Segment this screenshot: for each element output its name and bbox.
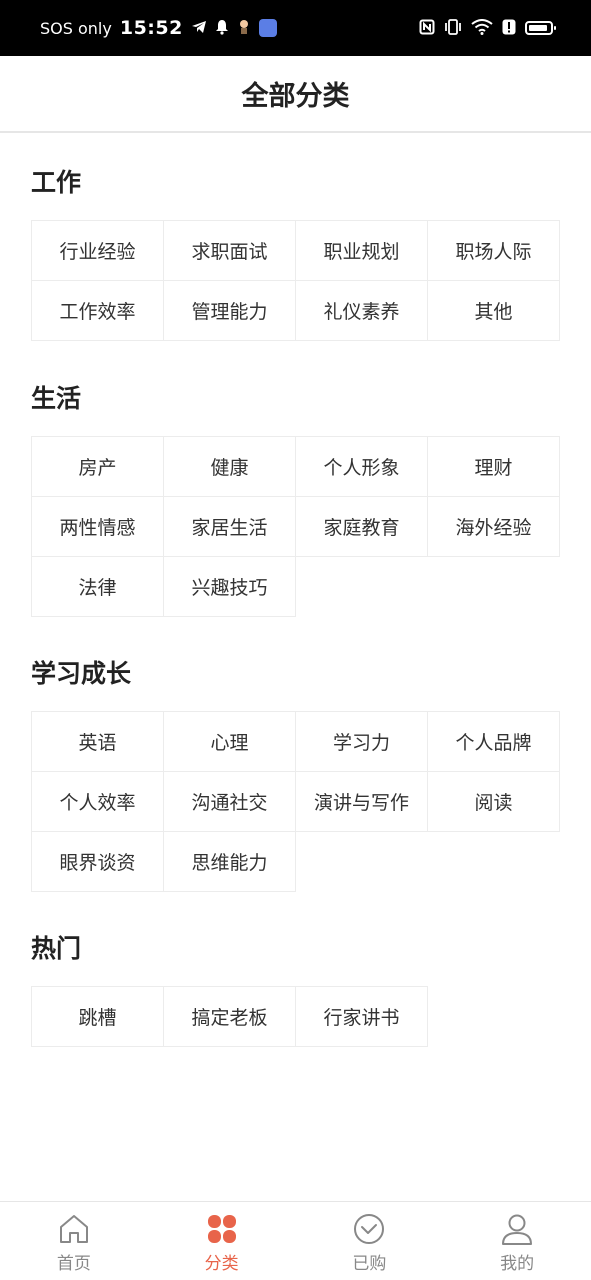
status-bar: SOS only 15:52	[0, 0, 591, 56]
telegram-icon	[191, 20, 207, 37]
category-item[interactable]: 阅读	[427, 771, 560, 832]
section-title: 热门	[31, 934, 82, 963]
vibrate-icon	[444, 18, 462, 38]
category-item[interactable]: 心理	[163, 711, 296, 772]
section-title: 学习成长	[31, 659, 132, 688]
category-item[interactable]: 职场人际	[427, 220, 560, 281]
purchased-check-icon	[354, 1214, 385, 1244]
tab-category[interactable]: 分类	[148, 1202, 296, 1280]
nfc-icon	[419, 19, 435, 38]
bottom-tab-bar: 首页 分类 已购 我的	[0, 1201, 591, 1280]
category-item[interactable]: 搞定老板	[163, 986, 296, 1047]
category-item[interactable]: 英语	[31, 711, 164, 772]
page-header: 全部分类	[0, 56, 591, 133]
category-item[interactable]: 礼仪素养	[295, 280, 428, 341]
category-item[interactable]: 演讲与写作	[295, 771, 428, 832]
tab-purchased[interactable]: 已购	[296, 1202, 444, 1280]
category-grid: 英语 心理 学习力 个人品牌 个人效率 沟通社交 演讲与写作 阅读 眼界谈资 思…	[31, 711, 560, 892]
category-grid: 房产 健康 个人形象 理财 两性情感 家居生活 家庭教育 海外经验 法律 兴趣技…	[31, 436, 560, 617]
category-item[interactable]: 家庭教育	[295, 496, 428, 557]
category-item[interactable]: 两性情感	[31, 496, 164, 557]
category-item[interactable]: 个人效率	[31, 771, 164, 832]
category-item[interactable]: 兴趣技巧	[163, 556, 296, 617]
app-notification-icon	[237, 19, 251, 38]
category-item[interactable]: 跳槽	[31, 986, 164, 1047]
profile-icon	[502, 1214, 533, 1245]
tab-label: 已购	[352, 1254, 387, 1274]
category-item[interactable]: 法律	[31, 556, 164, 617]
category-item[interactable]: 眼界谈资	[31, 831, 164, 892]
category-item[interactable]: 个人品牌	[427, 711, 560, 772]
category-item[interactable]: 工作效率	[31, 280, 164, 341]
tab-label: 我的	[500, 1254, 535, 1274]
category-item[interactable]: 思维能力	[163, 831, 296, 892]
category-item[interactable]: 行家讲书	[295, 986, 428, 1047]
notification-bell-icon	[215, 19, 229, 38]
category-item[interactable]: 海外经验	[427, 496, 560, 557]
wifi-icon	[471, 18, 493, 38]
category-grid: 行业经验 求职面试 职业规划 职场人际 工作效率 管理能力 礼仪素养 其他	[31, 220, 560, 341]
category-item[interactable]: 家居生活	[163, 496, 296, 557]
app-badge-icon	[258, 19, 277, 37]
battery-icon	[525, 21, 556, 35]
alert-icon	[502, 19, 516, 38]
carrier-status: SOS only	[40, 18, 112, 38]
category-item[interactable]: 其他	[427, 280, 560, 341]
category-item[interactable]: 个人形象	[295, 436, 428, 497]
page-title: 全部分类	[241, 81, 350, 112]
category-item[interactable]: 职业规划	[295, 220, 428, 281]
category-item[interactable]: 沟通社交	[163, 771, 296, 832]
category-grid: 跳槽 搞定老板 行家讲书	[31, 986, 559, 1047]
tab-label: 首页	[56, 1254, 91, 1274]
section-title: 工作	[31, 168, 82, 197]
clock: 15:52	[119, 17, 183, 39]
category-item[interactable]: 房产	[31, 436, 164, 497]
category-item[interactable]: 健康	[163, 436, 296, 497]
category-item[interactable]: 行业经验	[31, 220, 164, 281]
tab-home[interactable]: 首页	[0, 1202, 148, 1280]
section-title: 生活	[31, 384, 82, 413]
tab-profile[interactable]: 我的	[443, 1202, 591, 1280]
category-item[interactable]: 理财	[427, 436, 560, 497]
home-icon	[59, 1215, 88, 1243]
category-item[interactable]: 管理能力	[163, 280, 296, 341]
category-icon	[207, 1215, 236, 1243]
category-item[interactable]: 学习力	[295, 711, 428, 772]
tab-label: 分类	[204, 1254, 239, 1274]
category-item[interactable]: 求职面试	[163, 220, 296, 281]
